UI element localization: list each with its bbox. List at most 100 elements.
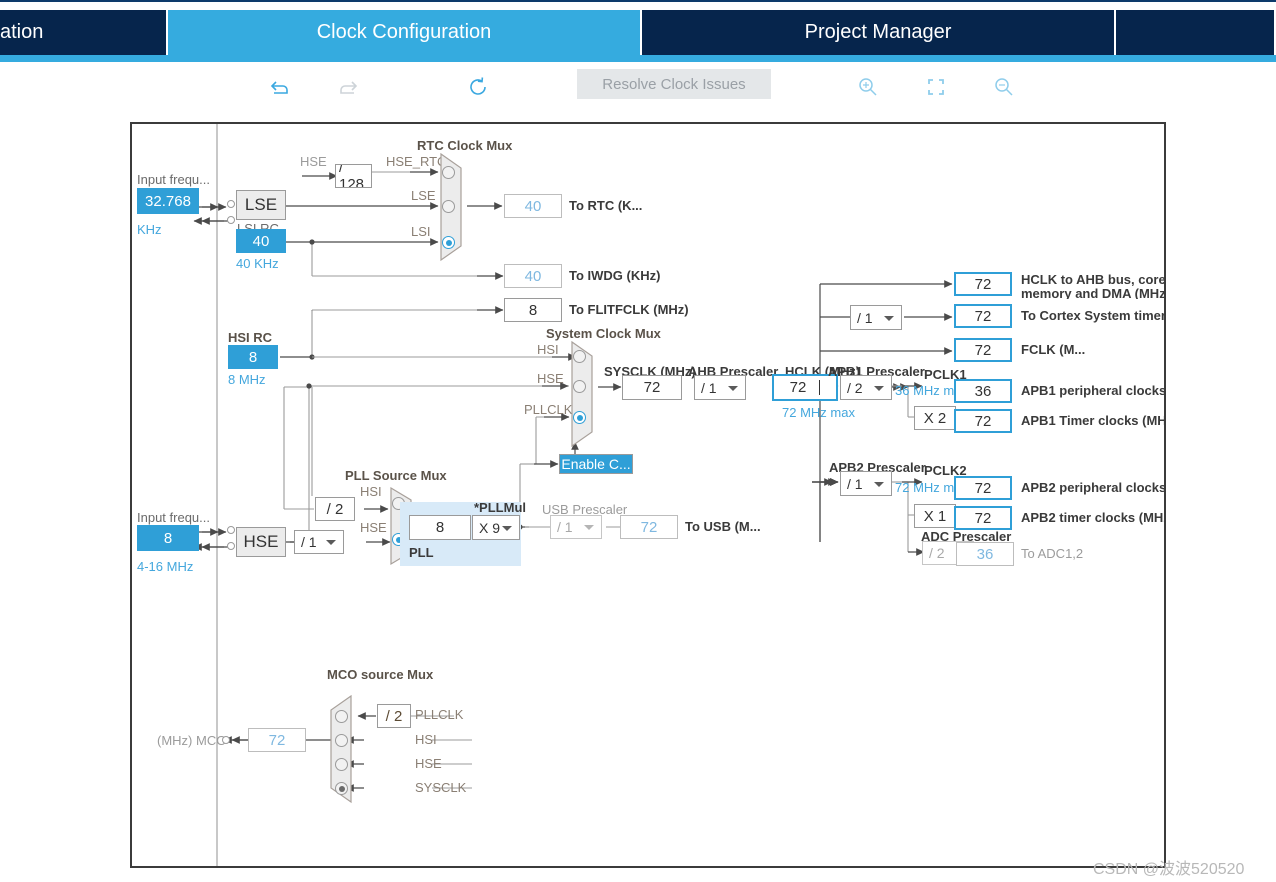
tab-tools[interactable]	[1116, 10, 1276, 55]
system-mux-radio-pllclk[interactable]	[573, 411, 586, 424]
apb1-timer-label: APB1 Timer clocks (MHz)	[1021, 413, 1166, 428]
pll-mux-pin-hse: HSE	[360, 520, 387, 535]
tab-project-manager[interactable]: Project Manager	[642, 10, 1116, 55]
chevron-down-icon	[326, 540, 336, 545]
tab-pinout-configuration[interactable]: ation	[0, 10, 168, 55]
rtc-hse-div128-box: / 128	[335, 164, 372, 188]
apb2-peripheral-value[interactable]: 72	[954, 476, 1012, 500]
chevron-down-icon	[874, 385, 884, 391]
apb1-prescaler-select[interactable]: / 2	[840, 375, 892, 400]
undo-icon[interactable]	[263, 70, 297, 104]
usb-output-value[interactable]: 72	[620, 515, 678, 539]
lse-frequency-input[interactable]: 32.768	[137, 188, 199, 214]
usb-prescaler-value: / 1	[557, 519, 573, 535]
apb1-timer-value[interactable]: 72	[954, 409, 1012, 433]
mco-pllclk-div2-box: / 2	[377, 704, 411, 728]
iwdg-output-label: To IWDG (KHz)	[569, 268, 661, 283]
clock-tree-canvas[interactable]: Input frequ... 32.768 KHz LSE LSI RC 40 …	[130, 122, 1166, 868]
lse-oscillator-block[interactable]: LSE	[236, 190, 286, 220]
hsi-rc-title: HSI RC	[228, 330, 273, 345]
hse-frequency-value: 8	[163, 529, 173, 547]
rtc-mux-radio-lsi[interactable]	[442, 236, 455, 249]
output-cortex-timer-value[interactable]: 72	[954, 304, 1012, 328]
adc-prescaler-value: / 2	[929, 545, 945, 561]
lsi-unit-label: 40 KHz	[236, 256, 279, 271]
rtc-output-value[interactable]: 40	[504, 194, 562, 218]
mco-source-mux-title: MCO source Mux	[327, 667, 434, 682]
usb-prescaler-select[interactable]: / 1	[550, 515, 602, 539]
hsi-frequency-input[interactable]: 8	[228, 345, 278, 369]
window-top-border	[0, 0, 1276, 10]
apb1-peripheral-value[interactable]: 36	[954, 379, 1012, 403]
mco-output-number: 72	[268, 731, 286, 749]
pll-input-value[interactable]: 8	[409, 515, 471, 540]
output-value: 72	[974, 307, 992, 325]
tab-clock-configuration[interactable]: Clock Configuration	[168, 10, 642, 55]
rtc-hse-label: HSE	[300, 154, 327, 169]
system-mux-radio-hse[interactable]	[573, 380, 586, 393]
csdn-watermark: CSDN @波波520520	[1093, 861, 1245, 878]
apb2-timer-value[interactable]: 72	[954, 506, 1012, 530]
mco-port	[222, 736, 230, 744]
apb2-prescaler-select[interactable]: / 1	[840, 471, 892, 496]
system-mux-radio-hsi[interactable]	[573, 350, 586, 363]
pll-input-number: 8	[435, 519, 445, 536]
pllmul-select[interactable]: X 9	[472, 515, 520, 540]
iwdg-output-value[interactable]: 40	[504, 264, 562, 288]
pll-hsi-div2-value: / 2	[326, 500, 344, 518]
usb-output-number: 72	[640, 518, 658, 536]
hse-oscillator-block[interactable]: HSE	[236, 527, 286, 557]
redo-icon[interactable]	[331, 70, 365, 104]
hse-frequency-input[interactable]: 8	[137, 525, 199, 551]
ahb-prescaler-select[interactable]: / 1	[694, 375, 746, 400]
flitfclk-label: To FLITFCLK (MHz)	[569, 302, 689, 317]
cortex-prescaler-select[interactable]: / 1	[850, 305, 902, 330]
zoom-out-icon[interactable]	[987, 70, 1021, 104]
mco-mux-radio-hsi[interactable]	[335, 734, 348, 747]
lsi-frequency-value: 40	[252, 232, 270, 250]
resolve-clock-issues-button[interactable]: Resolve Clock Issues	[577, 69, 771, 99]
apb1-peripheral-label: APB1 peripheral clocks (M	[1021, 383, 1166, 398]
sysclk-value[interactable]: 72	[622, 375, 682, 400]
system-mux-pin-hse: HSE	[537, 371, 564, 386]
system-mux-pin-hsi: HSI	[537, 342, 559, 357]
tab-label: Project Manager	[804, 21, 952, 43]
output-fclk-value[interactable]: 72	[954, 338, 1012, 362]
fit-to-screen-icon[interactable]	[919, 70, 953, 104]
rtc-mux-pin-lsi: LSI	[411, 224, 431, 239]
mco-mux-radio-pllclk[interactable]	[335, 710, 348, 723]
mco-mux-radio-sysclk[interactable]	[335, 782, 348, 795]
apb2-peripheral-number: 72	[974, 479, 992, 497]
mco-output-value[interactable]: 72	[248, 728, 306, 752]
tab-label: ation	[0, 21, 44, 43]
mco-mux-radio-hse[interactable]	[335, 758, 348, 771]
mco-mux-pin-pllclk: PLLCLK	[415, 707, 464, 722]
apb1-timer-number: 72	[974, 412, 992, 430]
chevron-down-icon	[584, 525, 594, 530]
rtc-mux-radio-hse-rtc[interactable]	[442, 166, 455, 179]
adc-output-value[interactable]: 36	[956, 542, 1014, 566]
rtc-mux-radio-lse[interactable]	[442, 200, 455, 213]
mco-mux-pin-hse: HSE	[415, 756, 442, 771]
rtc-div128-value: / 128	[339, 164, 365, 188]
zoom-in-icon[interactable]	[851, 70, 885, 104]
enable-css-button[interactable]: Enable C...	[559, 454, 633, 474]
iwdg-output-number: 40	[524, 267, 542, 285]
hse-prescaler-select[interactable]: / 1	[294, 530, 344, 554]
rtc-mux-pin-hse-rtc: HSE_RTC	[386, 154, 447, 169]
output-value: 72	[974, 341, 992, 359]
reset-icon[interactable]	[461, 70, 495, 104]
pll-hsi-div2-box: / 2	[315, 497, 355, 521]
hsi-unit-label: 8 MHz	[228, 372, 266, 387]
apb1-timer-multiplier-value: X 2	[923, 409, 947, 427]
lse-frequency-value: 32.768	[145, 192, 191, 210]
resolve-clock-issues-label: Resolve Clock Issues	[602, 75, 746, 93]
apb1-peripheral-number: 36	[974, 382, 992, 400]
lsi-frequency-input[interactable]: 40	[236, 229, 286, 253]
output-value: 72	[974, 275, 992, 293]
hse-port-out	[227, 542, 235, 550]
hclk-number: 72	[789, 379, 807, 396]
output-hclk-ahb-value[interactable]: 72	[954, 272, 1012, 296]
flitfclk-value[interactable]: 8	[504, 298, 562, 322]
lse-port-out	[227, 216, 235, 224]
